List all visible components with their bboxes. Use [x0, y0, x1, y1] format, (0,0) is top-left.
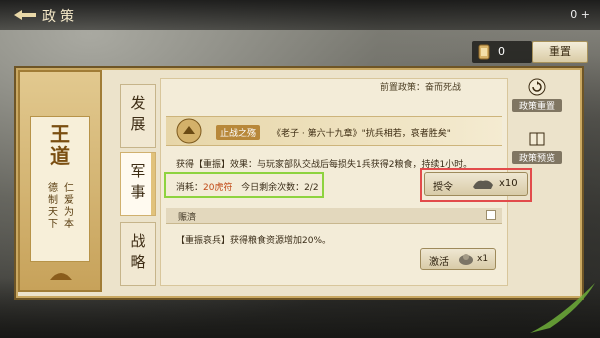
tab-development[interactable]: 发展: [120, 84, 156, 148]
doctrine-motto-1: 仁爱为本: [64, 183, 74, 230]
top-bar: [0, 0, 600, 30]
tab-military[interactable]: 军事: [120, 152, 156, 216]
token-counter: 0: [472, 41, 532, 63]
activate-label: 激活: [429, 257, 449, 268]
cost-line: 消耗：20虎符 今日剩余次数：2/2: [176, 180, 319, 193]
scroll-item-icon: [459, 254, 473, 265]
policy-preview-control[interactable]: 政策预览: [512, 130, 562, 166]
doctrine-emblem: 王道 仁爱为本 德制天下: [18, 70, 102, 292]
relief-effect: 【重振哀兵】获得粮食资源增加20%。: [176, 236, 332, 246]
back-arrow-icon[interactable]: [10, 8, 38, 22]
activate-button[interactable]: 激活 x1: [420, 248, 496, 270]
section-flag-icon: [486, 210, 496, 220]
prerequisite-text: 前置政策：奋而死战: [380, 83, 462, 93]
authorize-label: 授令: [433, 182, 453, 193]
rotate-icon: [528, 78, 546, 96]
doctrine-title: 王道: [50, 122, 70, 168]
policy-reset-label: 政策重置: [512, 99, 562, 112]
leaf-decoration: [530, 283, 595, 333]
reset-button[interactable]: 重置: [532, 41, 588, 63]
emblem-card: 王道 仁爱为本 德制天下: [30, 116, 90, 262]
policy-name: 止战之殇: [216, 125, 261, 140]
activate-cost: x1: [477, 254, 489, 264]
cost-label: 消耗：: [176, 183, 204, 193]
book-icon: [529, 132, 545, 146]
page-title: 政策: [42, 9, 78, 25]
tiger-tally-icon: [473, 180, 493, 189]
doctrine-motto-2: 德制天下: [48, 183, 58, 230]
relief-section-bar: [166, 208, 502, 224]
cost-value: 20虎符: [203, 183, 233, 193]
authorize-cost: x10: [499, 178, 518, 189]
relief-section-label: 赈濟: [178, 213, 197, 223]
token-icon: [478, 44, 490, 60]
policy-reset-control[interactable]: 政策重置: [512, 78, 562, 114]
seal-icon: [50, 273, 72, 280]
top-right-counter[interactable]: 0 +: [570, 8, 590, 21]
remaining-uses: 今日剩余次数：2/2: [241, 183, 319, 193]
policy-emblem-icon: [176, 118, 202, 144]
token-count: 0: [498, 45, 505, 58]
policy-preview-label: 政策预览: [512, 151, 562, 164]
tab-strategy[interactable]: 战略: [120, 222, 156, 286]
policy-quote: 《老子 · 第六十九章》"抗兵相若，哀者胜矣": [272, 129, 451, 139]
authorize-button[interactable]: 授令 x10: [424, 172, 528, 196]
